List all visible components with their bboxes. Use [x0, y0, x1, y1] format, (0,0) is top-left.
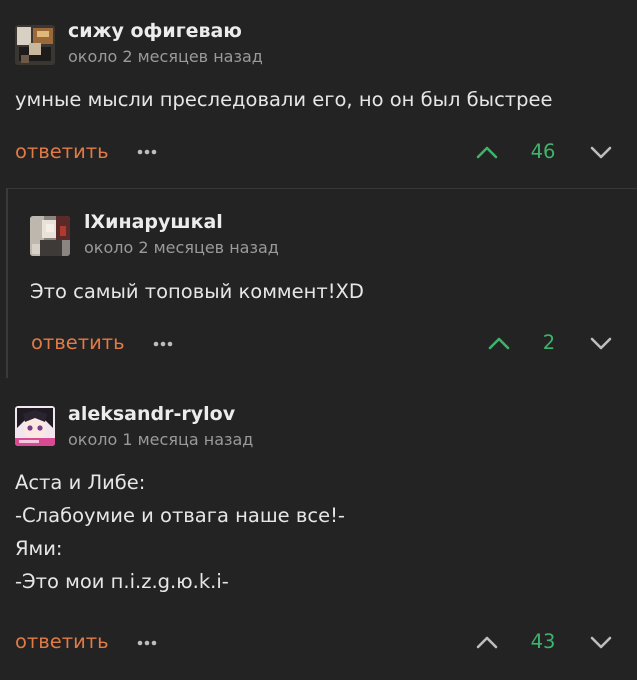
vote-score: 2 — [542, 331, 556, 354]
username[interactable]: aleksandr-rylov — [68, 403, 235, 425]
more-dots-icon[interactable] — [151, 336, 177, 350]
vote-score: 43 — [530, 630, 556, 653]
comment-line: умные мысли преследовали его, но он был … — [15, 88, 553, 111]
timestamp: около 1 месяца назад — [68, 430, 254, 449]
timestamp: около 2 месяцев назад — [84, 238, 279, 257]
chevron-up-icon[interactable] — [474, 632, 500, 652]
chevron-up-icon[interactable] — [486, 333, 512, 353]
timestamp: около 2 месяцев назад — [68, 47, 263, 66]
comment-line: -Слабоумие и отвага наше все!- — [15, 504, 345, 527]
comment-1: сижу офигеваю около 2 месяцев назад умны… — [0, 0, 637, 185]
avatar[interactable] — [15, 25, 55, 65]
comment-line: -Это мои п.i.z.g.ю.k.i- — [15, 570, 229, 593]
chevron-up-icon[interactable] — [474, 142, 500, 162]
comment-body: Это самый топовый коммент!XD — [30, 275, 364, 308]
comment-line: Ями: — [15, 537, 63, 560]
more-dots-icon[interactable] — [135, 635, 161, 649]
reply-button[interactable]: ответить — [15, 630, 109, 653]
comment-2-reply: lХинарушкаl около 2 месяцев назад Это са… — [0, 188, 637, 380]
username[interactable]: сижу офигеваю — [68, 20, 242, 42]
comment-line: Аста и Либе: — [15, 471, 146, 494]
chevron-down-icon[interactable] — [588, 632, 614, 652]
avatar[interactable] — [30, 216, 70, 256]
more-dots-icon[interactable] — [135, 144, 161, 158]
username[interactable]: lХинарушкаl — [84, 211, 223, 233]
reply-button[interactable]: ответить — [31, 331, 125, 354]
chevron-down-icon[interactable] — [588, 142, 614, 162]
comment-line: Это самый топовый коммент!XD — [30, 280, 364, 303]
comment-body: Аста и Либе: -Слабоумие и отвага наше вс… — [15, 466, 345, 598]
comment-body: умные мысли преследовали его, но он был … — [15, 83, 553, 116]
avatar[interactable] — [15, 406, 55, 446]
vote-score: 46 — [530, 140, 556, 163]
chevron-down-icon[interactable] — [588, 333, 614, 353]
reply-button[interactable]: ответить — [15, 140, 109, 163]
comment-3: aleksandr-rylov около 1 месяца назад Аст… — [0, 380, 637, 680]
